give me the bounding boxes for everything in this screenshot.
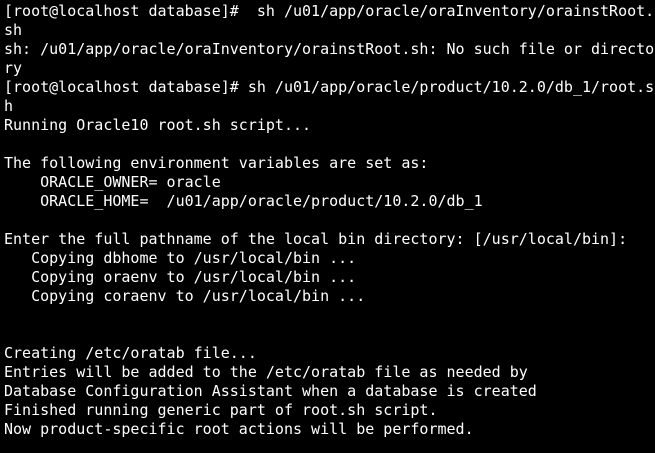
terminal-line: sh: /u01/app/oracle/oraInventory/orainst… bbox=[4, 40, 655, 58]
terminal-line: Copying oraenv to /usr/local/bin ... bbox=[4, 268, 357, 286]
terminal-line: ORACLE_HOME= /u01/app/oracle/product/10.… bbox=[4, 192, 483, 210]
terminal-line: The following environment variables are … bbox=[4, 154, 429, 172]
terminal-line: [root@localhost database]# sh /u01/app/o… bbox=[4, 2, 655, 20]
terminal-line: Running Oracle10 root.sh script... bbox=[4, 116, 312, 134]
terminal-window[interactable]: [root@localhost database]# sh /u01/app/o… bbox=[0, 0, 655, 453]
terminal-line: Enter the full pathname of the local bin… bbox=[4, 230, 628, 248]
terminal-line: ry bbox=[4, 59, 23, 77]
terminal-line: Entries will be added to the /etc/oratab… bbox=[4, 363, 528, 381]
terminal-line: Creating /etc/oratab file... bbox=[4, 344, 257, 362]
terminal-line: Copying coraenv to /usr/local/bin ... bbox=[4, 287, 366, 305]
terminal-line: Database Configuration Assistant when a … bbox=[4, 382, 537, 400]
terminal-line: sh bbox=[4, 21, 23, 39]
terminal-line: Now product-specific root actions will b… bbox=[4, 420, 474, 438]
terminal-line: Copying dbhome to /usr/local/bin ... bbox=[4, 249, 357, 267]
terminal-line: Finished running generic part of root.sh… bbox=[4, 401, 438, 419]
terminal-line: ORACLE_OWNER= oracle bbox=[4, 173, 221, 191]
terminal-line: [root@localhost database]# sh /u01/app/o… bbox=[4, 78, 655, 96]
terminal-line: h bbox=[4, 97, 14, 115]
